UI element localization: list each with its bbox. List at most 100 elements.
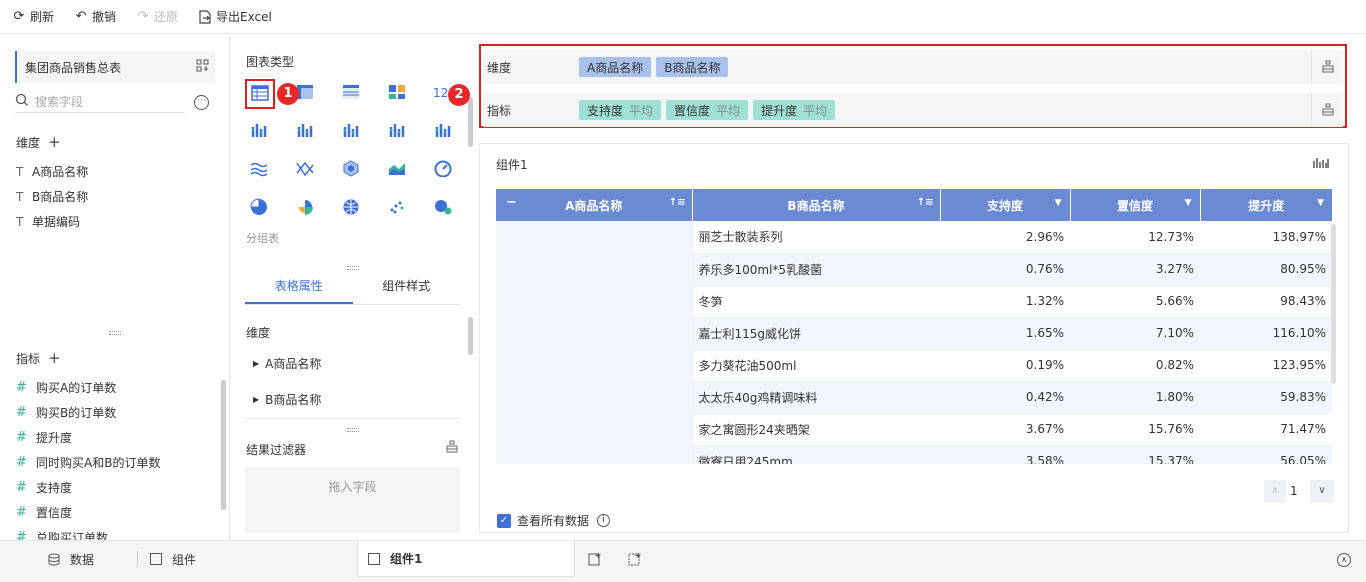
metric-pill-confidence[interactable]: 置信度 平均 (666, 100, 749, 120)
treemap-icon[interactable] (387, 83, 409, 103)
dropdown-icon[interactable]: ▼ (1185, 198, 1192, 208)
expand-up-icon[interactable]: ∧ (1337, 553, 1351, 567)
info-icon[interactable]: i (597, 514, 611, 527)
metric-field[interactable]: # 支持度 (0, 475, 222, 500)
dimension-shelf[interactable]: 维度 A商品名称 B商品名称 (483, 50, 1343, 84)
area-icon[interactable] (387, 159, 409, 179)
metric-field[interactable]: # 购买A的订单数 (0, 375, 222, 400)
switch-dataset-icon[interactable] (196, 59, 209, 75)
metric-field[interactable]: # 购买B的订单数 (0, 400, 222, 425)
view-all-checkbox[interactable]: ✓ (497, 513, 511, 528)
cell-confidence: 15.76% (1070, 413, 1200, 446)
scatter-icon[interactable] (387, 197, 409, 217)
splitter-handle[interactable] (109, 331, 121, 335)
numeric-type-icon: # (16, 530, 27, 540)
rose-icon[interactable] (295, 197, 317, 217)
column-header-confidence[interactable]: 置信度 ▼ (1070, 189, 1201, 221)
more-options-icon[interactable]: ··· (194, 95, 209, 110)
sort-icon[interactable]: ↑≡ (669, 197, 686, 208)
tab-table-properties[interactable]: 表格属性 (245, 271, 353, 304)
chart-type-scrollbar[interactable] (468, 97, 473, 147)
column-header-support[interactable]: 支持度 ▼ (940, 189, 1071, 221)
dimension-field[interactable]: T 单据编码 (0, 209, 228, 234)
sort-icon[interactable]: ↑≡ (917, 197, 934, 208)
tab-component-style[interactable]: 组件样式 (353, 271, 461, 304)
redo-button[interactable]: ↷ 还原 (136, 8, 178, 25)
search-input[interactable]: 搜索字段 (35, 93, 83, 110)
tab-component-1[interactable]: 组件1 (357, 541, 575, 577)
column-icon[interactable] (341, 121, 363, 141)
globe-icon[interactable] (341, 197, 363, 217)
config-dimension-item-b[interactable]: ▶ B商品名称 (253, 391, 321, 408)
line-cross-icon[interactable] (295, 159, 317, 179)
metric-field[interactable]: # 同时购买A和B的订单数 (0, 450, 222, 475)
prev-page-button[interactable]: ∧ (1264, 480, 1286, 502)
page-number: 1 (1290, 484, 1298, 498)
tab-data[interactable]: 数据 (48, 541, 94, 577)
chart-icon (150, 553, 162, 565)
cell-support: 1.65% (940, 317, 1070, 350)
multi-column-icon[interactable] (433, 121, 455, 141)
metric-pill-agg: 平均 (803, 103, 828, 118)
gauge-icon[interactable] (433, 159, 455, 179)
dimension-field[interactable]: T B商品名称 (0, 184, 228, 209)
stacked-bar-icon[interactable] (249, 121, 271, 141)
metric-pill-support[interactable]: 支持度 平均 (579, 100, 662, 120)
grouped-table: − A商品名称 ↑≡ B商品名称 ↑≡ 支持度 ▼ 置信度 ▼ 提升度 ▼ 丽芝… (496, 189, 1332, 464)
undo-button[interactable]: ↶ 撤销 (74, 8, 116, 25)
bubble-icon[interactable] (433, 197, 455, 217)
detail-table-icon[interactable] (341, 83, 363, 103)
dimension-pill-b[interactable]: B商品名称 (656, 57, 729, 77)
chart-switch-icon[interactable] (1313, 157, 1329, 172)
tab-component-label: 组件 (172, 552, 197, 567)
next-page-button[interactable]: ∨ (1310, 480, 1334, 502)
metric-shelf-settings-icon[interactable] (1311, 93, 1343, 127)
metric-scrollbar[interactable] (221, 380, 226, 510)
add-dimension-icon[interactable]: + (48, 133, 61, 151)
dimension-shelf-settings-icon[interactable] (1311, 50, 1343, 84)
add-metric-icon[interactable]: + (48, 349, 61, 367)
dimension-pill-a[interactable]: A商品名称 (579, 57, 652, 77)
horizontal-bar-icon[interactable] (387, 121, 409, 141)
grouped-bar-icon[interactable] (295, 121, 317, 141)
splitter-handle-3[interactable] (347, 428, 359, 432)
dimension-title: 维度 (16, 135, 41, 150)
table-scrollbar[interactable] (1331, 224, 1336, 384)
splitter-handle-2[interactable] (347, 266, 359, 270)
column-header-b[interactable]: B商品名称 ↑≡ (692, 189, 941, 221)
metric-pill-lift[interactable]: 提升度 平均 (753, 100, 836, 120)
metric-list: # 购买A的订单数 # 购买B的订单数 # 提升度 # 同时购买A和B的订单数 # 支持度 # 置信度… (0, 375, 222, 540)
pie-icon[interactable] (249, 197, 271, 217)
dataset-selector[interactable]: 集团商品销售总表 (15, 51, 215, 83)
metric-shelf[interactable]: 指标 支持度 平均 置信度 平均 提升度 平均 (483, 93, 1343, 127)
grouped-table-icon[interactable] (245, 79, 275, 109)
filter-drop-zone[interactable]: 拖入字段 (245, 467, 460, 533)
config-dimension-item-a[interactable]: ▶ A商品名称 (253, 355, 321, 372)
column-header-a[interactable]: − A商品名称 ↑≡ (496, 189, 693, 221)
dimension-field-label: A商品名称 (32, 165, 89, 179)
dropdown-icon[interactable]: ▼ (1317, 198, 1324, 208)
export-excel-button[interactable]: 导出Excel (198, 8, 272, 25)
field-search[interactable]: 搜索字段 (15, 91, 185, 113)
radar-icon[interactable] (341, 159, 363, 179)
collapse-icon[interactable]: − (506, 195, 517, 210)
field-shelf: 维度 A商品名称 B商品名称 指标 支持度 平均 置信度 平均 提升度 平均 (479, 44, 1347, 128)
column-header-lift[interactable]: 提升度 ▼ (1200, 189, 1332, 221)
config-scrollbar[interactable] (468, 317, 473, 355)
add-component-icon[interactable] (588, 552, 602, 569)
dropdown-icon[interactable]: ▼ (1055, 198, 1062, 208)
metric-field[interactable]: # 总购买订单数 (0, 525, 222, 540)
cell-support: 3.67% (940, 413, 1070, 446)
dimension-field[interactable]: T A商品名称 (0, 159, 228, 184)
filter-settings-icon[interactable] (445, 440, 459, 457)
metric-field[interactable]: # 置信度 (0, 500, 222, 525)
add-dashboard-icon[interactable] (628, 552, 642, 569)
chart-type-name: 分组表 (246, 232, 279, 245)
refresh-button[interactable]: ⟳ 刷新 (12, 8, 54, 25)
redo-icon: ↷ (137, 8, 149, 24)
stream-icon[interactable] (249, 159, 271, 179)
metric-field[interactable]: # 提升度 (0, 425, 222, 450)
tab-component[interactable]: 组件 (150, 541, 196, 577)
table-row[interactable]: 丽芝士散装系列 2.96% 12.73% 138.97% (496, 221, 1332, 464)
view-all-data[interactable]: ✓ 查看所有数据 i (497, 512, 611, 529)
